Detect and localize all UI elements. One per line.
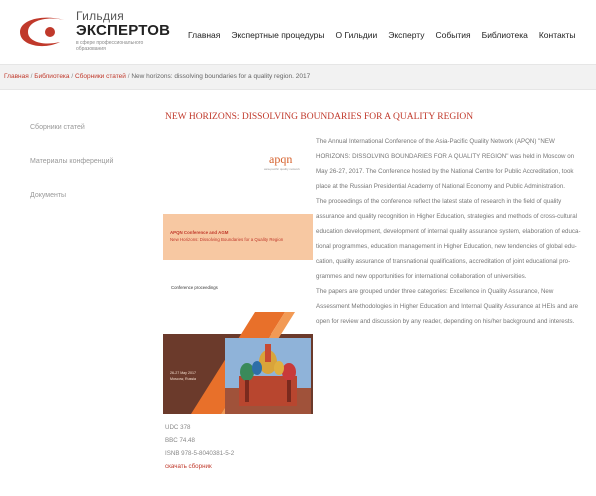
apqn-logo-subtitle: asia-pacific quality network bbox=[264, 167, 300, 171]
article-paragraph: The proceedings of the conference reflec… bbox=[316, 198, 581, 280]
isbn-code: ISNB 978-5-8040381-5-2 bbox=[165, 450, 235, 457]
cover-heading: APQN Conference and AGM bbox=[170, 230, 229, 235]
nav-item-home[interactable]: Главная bbox=[188, 30, 220, 40]
breadcrumb-home[interactable]: Главная bbox=[4, 73, 29, 80]
kremlin-photo bbox=[225, 338, 311, 414]
book-meta: UDC 378 BBC 74.48 ISNB 978-5-8040381-5-2… bbox=[165, 421, 234, 473]
main-nav: Главная Экспертные процедуры О Гильдии Э… bbox=[188, 30, 576, 40]
nav-item-about[interactable]: О Гильдии bbox=[336, 30, 378, 40]
apqn-logo: apqn bbox=[269, 152, 293, 166]
logo[interactable]: Гильдия ЭКСПЕРТОВ в сфере профессиональн… bbox=[14, 8, 170, 56]
nav-item-expert-procedures[interactable]: Экспертные процедуры bbox=[231, 30, 324, 40]
download-link[interactable]: скачать сборник bbox=[165, 460, 234, 473]
udc-code: UDC 378 bbox=[165, 424, 191, 431]
nav-item-library[interactable]: Библиотека bbox=[482, 30, 528, 40]
breadcrumb-bar: Главная / Библиотека / Сборники статей /… bbox=[0, 64, 596, 90]
page-title: NEW HORIZONS: DISSOLVING BOUNDARIES FOR … bbox=[165, 112, 474, 122]
sidebar-item-documents[interactable]: Документы bbox=[30, 192, 140, 199]
cover-date: 26-27 May 2017 bbox=[170, 371, 196, 375]
bbc-code: BBC 74.48 bbox=[165, 437, 195, 444]
nav-item-contacts[interactable]: Контакты bbox=[539, 30, 576, 40]
breadcrumb-collections[interactable]: Сборники статей bbox=[75, 73, 126, 80]
logo-swoosh-icon bbox=[20, 17, 64, 47]
breadcrumb: Главная / Библиотека / Сборники статей /… bbox=[4, 73, 310, 80]
logo-line-1: Гильдия bbox=[76, 9, 125, 23]
sidebar-item-conference-materials[interactable]: Материалы конференций bbox=[30, 158, 140, 165]
cover-proceedings: Conference proceedings bbox=[171, 285, 218, 290]
sidebar: Сборники статей Материалы конференций До… bbox=[30, 124, 140, 226]
article-paragraph: The papers are grouped under three categ… bbox=[316, 288, 579, 325]
sidebar-item-collections[interactable]: Сборники статей bbox=[30, 124, 140, 131]
nav-item-events[interactable]: События bbox=[436, 30, 471, 40]
article-paragraph: The Annual International Conference of t… bbox=[316, 138, 575, 190]
cover-city: Moscow, Russia bbox=[170, 377, 196, 381]
site-header: Гильдия ЭКСПЕРТОВ в сфере профессиональн… bbox=[0, 0, 596, 64]
book-cover-image: apqn asia-pacific quality network APQN C… bbox=[163, 134, 313, 414]
logo-line-3: в сфере профессионального образования bbox=[76, 40, 144, 53]
cover-subheading: New Horizons: Dissolving Boundaries for … bbox=[170, 237, 284, 242]
breadcrumb-separator: / bbox=[127, 73, 130, 80]
nav-item-for-expert[interactable]: Эксперту bbox=[388, 30, 424, 40]
breadcrumb-separator: / bbox=[30, 73, 33, 80]
logo-line-2: ЭКСПЕРТОВ bbox=[76, 22, 171, 39]
breadcrumb-separator: / bbox=[71, 73, 74, 80]
breadcrumb-current: New horizons: dissolving boundaries for … bbox=[131, 73, 311, 80]
breadcrumb-library[interactable]: Библиотека bbox=[34, 73, 69, 80]
article-body: The Annual International Conference of t… bbox=[316, 134, 581, 329]
